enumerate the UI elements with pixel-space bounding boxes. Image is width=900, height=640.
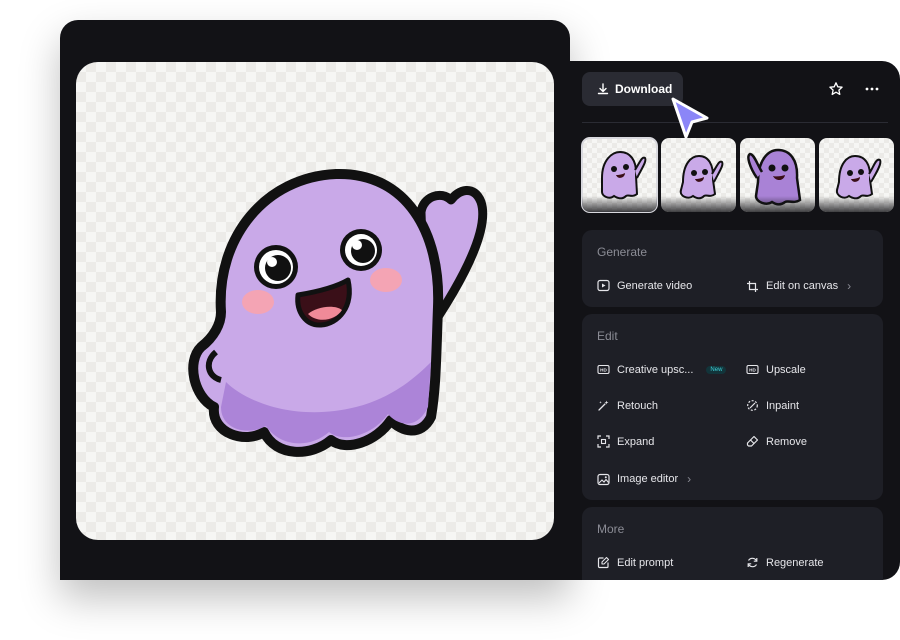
generate-video-button[interactable]: Generate video: [597, 279, 692, 292]
image-preview[interactable]: [76, 62, 554, 540]
action-label: Inpaint: [766, 399, 800, 412]
action-label: Edit on canvas: [766, 280, 839, 292]
action-label: Retouch: [617, 399, 658, 412]
star-icon: [829, 82, 843, 96]
thumbnail-4[interactable]: [819, 138, 894, 212]
ghost-thumbnail-image: [601, 150, 647, 200]
action-label: Creative upsc...: [617, 363, 694, 376]
edit-prompt-icon: [597, 556, 610, 569]
ghost-thumbnail-image: [679, 154, 724, 200]
variant-thumbnails: [581, 137, 894, 213]
regenerate-icon: [746, 556, 759, 569]
action-label: Remove: [766, 435, 807, 448]
chevron-right-icon: ›: [687, 472, 692, 486]
thumbnail-3[interactable]: [740, 138, 815, 212]
hd-icon: HD: [597, 363, 610, 376]
creative-upscale-button[interactable]: HD Creative upsc... New: [597, 363, 727, 376]
divider: [582, 122, 888, 123]
action-label: Generate video: [617, 279, 693, 292]
download-icon: [597, 83, 609, 95]
generate-section: Generate Generate video Edit on canvas ›: [582, 230, 883, 307]
action-label: Regenerate: [766, 556, 824, 569]
new-badge: New: [706, 365, 727, 374]
image-edit-icon: [597, 473, 610, 486]
thumbnail-2[interactable]: [661, 138, 736, 212]
expand-icon: [597, 435, 610, 448]
magic-wand-icon: [597, 399, 610, 412]
more-section: More Edit prompt Regenerate: [582, 507, 883, 580]
inpaint-icon: [746, 399, 759, 412]
ghost-character-image: [188, 168, 488, 457]
action-label: Upscale: [766, 363, 806, 376]
image-editor-button[interactable]: Image editor ›: [597, 472, 691, 486]
actions-panel: Download Generate Generate video Edit on…: [570, 61, 900, 580]
svg-text:HD: HD: [749, 368, 756, 373]
more-horizontal-icon: [865, 87, 879, 91]
action-label: Expand: [617, 435, 655, 448]
preview-window: [60, 20, 570, 580]
section-title: More: [597, 522, 625, 536]
regenerate-button[interactable]: Regenerate: [746, 556, 824, 569]
edit-prompt-button[interactable]: Edit prompt: [597, 556, 673, 569]
chevron-right-icon: ›: [847, 279, 852, 293]
edit-section: Edit HD Creative upsc... New HD Upscale …: [582, 314, 883, 500]
edit-on-canvas-button[interactable]: Edit on canvas ›: [746, 279, 851, 293]
ghost-thumbnail-image: [747, 148, 802, 206]
svg-text:HD: HD: [600, 368, 607, 373]
action-label: Edit prompt: [617, 556, 674, 569]
remove-button[interactable]: Remove: [746, 435, 807, 448]
eraser-icon: [746, 435, 759, 448]
inpaint-button[interactable]: Inpaint: [746, 399, 799, 412]
expand-button[interactable]: Expand: [597, 435, 654, 448]
play-icon: [597, 279, 610, 292]
cursor-pointer-icon: [671, 97, 709, 139]
panel-toolbar: Download: [582, 72, 888, 106]
crop-icon: [746, 280, 759, 293]
favorite-button[interactable]: [824, 77, 848, 101]
download-label: Download: [615, 82, 673, 96]
more-options-button[interactable]: [860, 77, 884, 101]
thumbnail-1[interactable]: [581, 137, 658, 213]
ghost-thumbnail-image: [835, 154, 882, 200]
section-title: Edit: [597, 329, 618, 343]
section-title: Generate: [597, 245, 648, 259]
hd-icon: HD: [746, 363, 759, 376]
action-label: Image editor: [617, 473, 679, 485]
upscale-button[interactable]: HD Upscale: [746, 363, 806, 376]
retouch-button[interactable]: Retouch: [597, 399, 658, 412]
